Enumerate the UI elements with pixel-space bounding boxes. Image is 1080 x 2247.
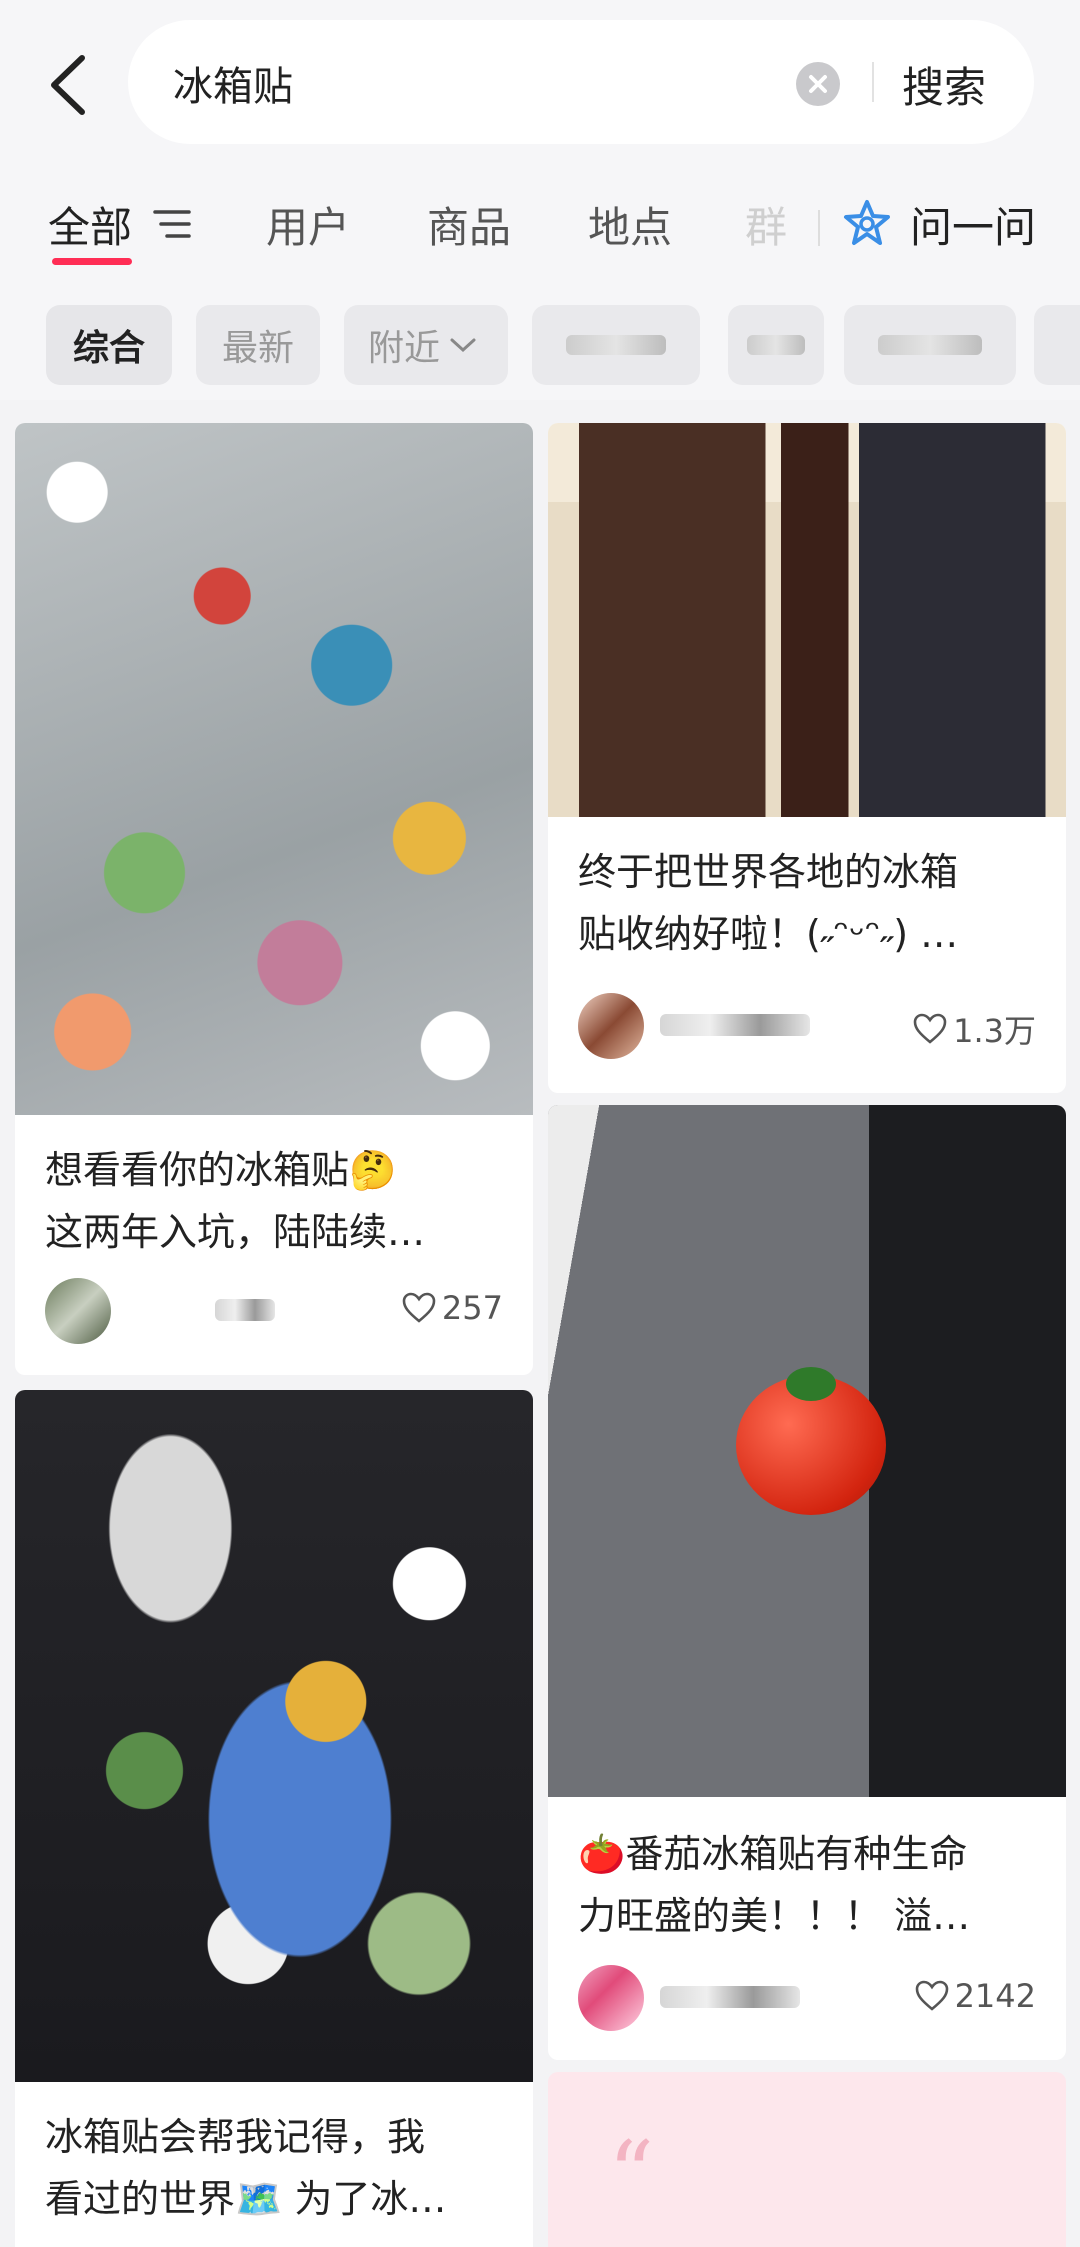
chip-blurred[interactable] bbox=[728, 305, 824, 385]
feed-card[interactable]: “ bbox=[548, 2072, 1066, 2247]
chip-latest[interactable]: 最新 bbox=[196, 305, 320, 385]
post-image[interactable] bbox=[548, 1105, 1066, 1797]
heart-icon bbox=[402, 1292, 436, 1323]
title-line: 看过的世界🗺️ 为了冰… bbox=[45, 2177, 447, 2221]
blurred-text bbox=[565, 335, 667, 355]
chip-nearby[interactable]: 附近 bbox=[344, 305, 508, 385]
search-button[interactable]: 搜索 bbox=[902, 54, 986, 115]
blurred-text bbox=[747, 335, 805, 355]
post-title[interactable]: 想看看你的冰箱贴🤔 这两年入坑，陆陆续… bbox=[45, 1139, 509, 1263]
title-line: 想看看你的冰箱贴🤔 bbox=[45, 1148, 397, 1192]
chevron-down-icon bbox=[450, 338, 476, 353]
like-count: 2142 bbox=[954, 1977, 1036, 2015]
post-image[interactable] bbox=[15, 423, 533, 1115]
title-line: 力旺盛的美！！！ 溢… bbox=[578, 1894, 971, 1938]
search-input[interactable]: 冰箱贴 搜索 bbox=[128, 20, 1034, 144]
category-tabs: 全部 用户 商品 地点 群 问一问 bbox=[0, 180, 1080, 290]
post-title[interactable]: 终于把世界各地的冰箱 贴收纳好啦！(˶ᵔᵕᵔ˶) … bbox=[578, 841, 1042, 965]
chip-blurred[interactable] bbox=[1034, 305, 1080, 385]
title-line: 终于把世界各地的冰箱 bbox=[578, 850, 959, 894]
search-header: 冰箱贴 搜索 全部 用户 商品 地点 群 问一问 综合 最新 附近 bbox=[0, 0, 1080, 400]
sort-chips: 综合 最新 附近 bbox=[0, 305, 1080, 387]
filter-icon[interactable] bbox=[153, 208, 191, 240]
tab-products[interactable]: 商品 bbox=[427, 194, 511, 255]
like-button[interactable]: 257 bbox=[402, 1289, 503, 1327]
title-line: 🍅番茄冰箱贴有种生命 bbox=[578, 1832, 968, 1876]
title-line: 贴收纳好啦！(˶ᵔᵕᵔ˶) … bbox=[578, 912, 959, 956]
divider bbox=[818, 210, 820, 246]
tomato-leaf bbox=[786, 1367, 836, 1401]
avatar[interactable] bbox=[578, 1965, 644, 2031]
heart-icon bbox=[915, 1980, 948, 2011]
ask-star-icon[interactable] bbox=[842, 198, 892, 248]
title-line: 冰箱贴会帮我记得，我 bbox=[45, 2115, 426, 2159]
back-icon[interactable] bbox=[42, 50, 96, 120]
username-blurred[interactable] bbox=[660, 1014, 810, 1036]
chip-blurred[interactable] bbox=[532, 305, 700, 385]
title-line: 这两年入坑，陆陆续… bbox=[45, 1210, 426, 1254]
tab-users[interactable]: 用户 bbox=[266, 194, 350, 255]
feed-card[interactable]: 冰箱贴会帮我记得，我 看过的世界🗺️ 为了冰… bbox=[15, 1390, 533, 2247]
like-count: 257 bbox=[441, 1289, 503, 1327]
tab-places[interactable]: 地点 bbox=[588, 194, 672, 255]
like-count: 1.3万 bbox=[953, 1012, 1036, 1050]
post-title[interactable]: 🍅番茄冰箱贴有种生命 力旺盛的美！！！ 溢… bbox=[578, 1823, 1042, 1947]
tab-groups[interactable]: 群 bbox=[745, 194, 787, 255]
avatar[interactable] bbox=[45, 1278, 111, 1344]
feed-card[interactable]: 想看看你的冰箱贴🤔 这两年入坑，陆陆续… 257 bbox=[15, 423, 533, 1375]
feed-card[interactable]: 终于把世界各地的冰箱 贴收纳好啦！(˶ᵔᵕᵔ˶) … 1.3万 bbox=[548, 423, 1066, 1093]
heart-icon bbox=[913, 1013, 947, 1044]
post-title[interactable]: 冰箱贴会帮我记得，我 看过的世界🗺️ 为了冰… bbox=[45, 2106, 509, 2230]
clear-icon[interactable] bbox=[796, 62, 840, 106]
like-button[interactable]: 2142 bbox=[915, 1977, 1036, 2015]
search-query: 冰箱贴 bbox=[173, 64, 293, 110]
username-blurred[interactable] bbox=[215, 1299, 275, 1321]
chip-blurred[interactable] bbox=[844, 305, 1016, 385]
ask-button-label[interactable]: 问一问 bbox=[910, 194, 1036, 255]
post-image[interactable] bbox=[15, 1390, 533, 2082]
quote-icon: “ bbox=[608, 2122, 655, 2227]
post-image[interactable] bbox=[548, 423, 1066, 817]
username-blurred[interactable] bbox=[660, 1986, 800, 2008]
avatar[interactable] bbox=[578, 993, 644, 1059]
feed-card[interactable]: 🍅番茄冰箱贴有种生命 力旺盛的美！！！ 溢… 2142 bbox=[548, 1105, 1066, 2060]
like-button[interactable]: 1.3万 bbox=[913, 1006, 1036, 1052]
tab-all[interactable]: 全部 bbox=[48, 194, 132, 255]
active-tab-indicator bbox=[52, 258, 132, 265]
blurred-text bbox=[878, 335, 982, 355]
chip-nearby-label: 附近 bbox=[368, 328, 441, 369]
divider bbox=[872, 62, 874, 102]
chip-comprehensive[interactable]: 综合 bbox=[46, 305, 172, 385]
